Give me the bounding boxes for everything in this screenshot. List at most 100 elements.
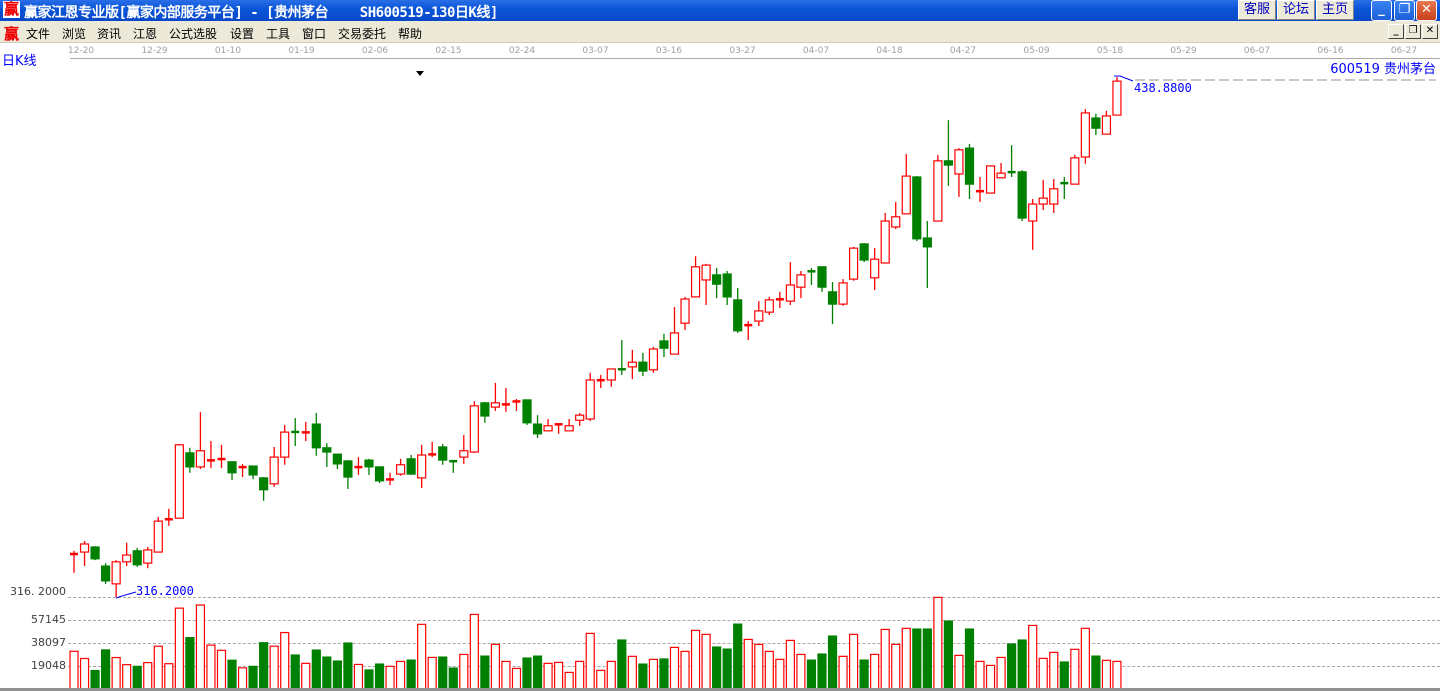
volume-bar	[195, 604, 206, 690]
volume-bar	[806, 659, 817, 690]
volume-bar	[343, 642, 353, 690]
high-price-marker: 438.8800	[1134, 81, 1192, 95]
candle	[606, 368, 616, 387]
candle-body	[459, 450, 469, 458]
volume-bar	[290, 654, 300, 690]
candle	[985, 165, 996, 194]
candle	[690, 256, 701, 298]
candle-body	[1049, 188, 1059, 205]
candle	[480, 402, 490, 423]
candle	[386, 472, 395, 486]
volume-bar	[469, 613, 479, 690]
candle-body	[680, 298, 690, 324]
volume-bar	[575, 660, 585, 690]
candle-body	[185, 452, 195, 468]
volume-bar	[269, 645, 279, 690]
volume-bar	[79, 657, 90, 690]
volume-bar	[870, 653, 880, 690]
volume-bar	[617, 639, 627, 690]
candle	[153, 516, 163, 553]
candle-body	[280, 431, 290, 458]
volume-bar	[606, 660, 616, 690]
candle-body	[554, 423, 563, 426]
candle	[185, 447, 195, 473]
volume-bar	[1028, 624, 1038, 690]
volume-bar	[912, 628, 922, 690]
candle	[1017, 170, 1027, 222]
volume-bar	[206, 644, 216, 690]
candle-body	[785, 284, 795, 302]
candle-body	[722, 273, 732, 298]
candle	[901, 154, 911, 215]
volume-bar	[785, 639, 795, 690]
volume-bar	[838, 655, 848, 690]
candle-body	[638, 361, 648, 372]
candle-body	[744, 323, 753, 327]
volume-bar	[90, 669, 100, 690]
candle	[712, 268, 722, 299]
candle-body	[585, 379, 595, 420]
low-marker-leader	[115, 591, 137, 599]
candle	[943, 120, 954, 186]
candle	[70, 550, 78, 573]
candle	[269, 446, 279, 487]
candle	[859, 243, 869, 263]
candle	[449, 459, 458, 473]
candle	[1049, 179, 1059, 213]
volume-bar	[522, 657, 532, 690]
candle-body	[217, 457, 226, 461]
candle-body	[922, 237, 932, 248]
candle	[364, 458, 374, 475]
candle	[733, 288, 743, 333]
candle-body	[322, 447, 332, 453]
candle-body	[227, 461, 237, 474]
candle-body	[174, 444, 184, 519]
candle-body	[648, 348, 659, 371]
candle-body	[764, 299, 774, 313]
candle	[701, 263, 711, 305]
candle	[301, 421, 310, 442]
volume-bar	[438, 656, 448, 690]
candle-body	[1080, 112, 1090, 158]
candle	[680, 296, 690, 330]
candle-body	[943, 160, 954, 166]
candle-body	[122, 554, 132, 563]
candle-body	[807, 270, 816, 273]
volume-bar	[259, 642, 269, 690]
candle-body	[775, 298, 784, 301]
volume-bar	[1112, 660, 1122, 690]
candle-body	[827, 291, 838, 305]
candle-body	[386, 478, 395, 481]
candle-body	[374, 466, 385, 482]
volume-bar	[143, 662, 153, 690]
candle-body	[1060, 181, 1069, 185]
candle	[585, 372, 595, 422]
candle	[1038, 179, 1048, 211]
candle	[122, 542, 132, 567]
candle	[870, 248, 880, 291]
candle	[374, 466, 385, 483]
volume-bar	[427, 656, 437, 690]
volume-bar	[164, 663, 174, 690]
candle	[111, 560, 121, 597]
candle	[617, 340, 626, 375]
volume-bar	[1059, 661, 1069, 690]
candle	[101, 563, 111, 584]
candle	[564, 418, 574, 432]
candle	[575, 413, 585, 426]
volume-bar	[122, 664, 132, 690]
candle	[807, 268, 816, 286]
volume-bar	[1017, 639, 1027, 690]
volume-bar	[301, 662, 311, 690]
candle-body	[79, 543, 90, 553]
candle-body	[1091, 117, 1101, 129]
candle-body	[976, 189, 985, 193]
candle	[933, 154, 943, 222]
kline-chart[interactable]: 438.8800 316.2000	[0, 0, 1440, 691]
candle	[90, 546, 100, 561]
candle-body	[838, 282, 848, 305]
volume-bar	[364, 669, 374, 690]
volume-bar	[680, 650, 690, 690]
candle	[512, 399, 521, 411]
volume-bar	[596, 669, 606, 690]
